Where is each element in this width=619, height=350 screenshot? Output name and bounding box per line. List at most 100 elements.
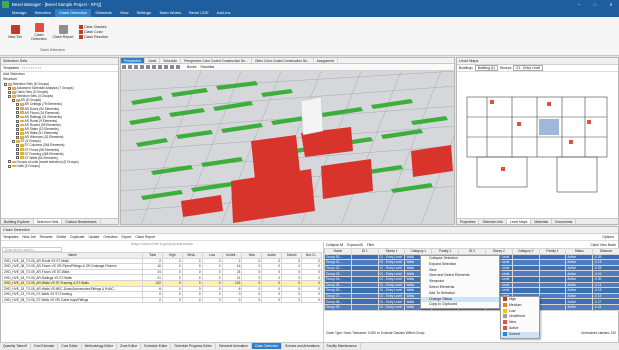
bottom-tab[interactable]: Scenes and Animations — [282, 343, 323, 349]
isolate-icon[interactable] — [164, 65, 168, 69]
measure-icon[interactable] — [152, 65, 156, 69]
clash-detection-button[interactable]: Clash Detection — [28, 23, 50, 41]
ribbon: New Set Clash Detection Clash Report Cle… — [0, 17, 619, 56]
collapse-all-button[interactable]: Collapse All — [326, 243, 343, 247]
menu-selection[interactable]: Selection — [30, 9, 54, 17]
tab-gantt[interactable]: Gantt — [145, 58, 160, 63]
checkbox[interactable] — [16, 115, 19, 118]
section-icon[interactable] — [146, 65, 150, 69]
camera-icon[interactable] — [176, 65, 180, 69]
expand-all-button[interactable]: Expand All — [347, 243, 363, 247]
export-button[interactable]: Export — [122, 235, 132, 239]
table-cell: ZHD_HVE_08_T.0.05_ST-Walls VS OR-Cable t… — [3, 297, 143, 303]
checkbox[interactable] — [16, 148, 19, 151]
templates-button[interactable]: Templates — [3, 235, 18, 239]
filter-button[interactable]: Filter — [367, 243, 374, 247]
tab-schedule[interactable]: Schedule — [160, 58, 181, 63]
color-icon — [79, 30, 83, 34]
update-button[interactable]: Update — [88, 235, 99, 239]
tab-color-coded-ortho[interactable]: Ortho Color Coded Construction Se... — [252, 58, 314, 63]
rename-button[interactable]: Rename — [40, 235, 53, 239]
close-icon[interactable]: ✕ — [603, 2, 619, 7]
checkbox[interactable] — [16, 107, 19, 110]
templates-button[interactable]: Templates — [3, 66, 19, 70]
tree-item[interactable]: Units (5 Groups) — [4, 164, 118, 168]
checkbox[interactable] — [4, 83, 7, 86]
menu-team-works[interactable]: Team Works — [155, 9, 185, 17]
tab-color-coded-perspective[interactable]: Perspective Color Coded Construction Se.… — [181, 58, 252, 63]
table-row[interactable]: ZHD_HVE_08_T.0.05_ST-Walls VS OR-Cable t… — [3, 297, 322, 303]
table-cell: 0 — [262, 297, 282, 303]
toolbar-icons: ▪ ▪ ▪ ▪ ▪ ▪ ▪ ▪ ▪ — [22, 66, 41, 70]
tab-selection-sets[interactable]: Selection Sets — [34, 219, 63, 224]
duplicate-button[interactable]: Duplicate — [70, 235, 84, 239]
menu-view[interactable]: View — [116, 9, 133, 17]
bottom-tab[interactable]: Cost Estimate — [31, 343, 59, 349]
checkbox[interactable] — [12, 99, 15, 102]
bottom-tab[interactable]: Schedule Progress Editor — [171, 343, 215, 349]
status-option-solved[interactable]: Solved — [501, 332, 539, 338]
checkbox[interactable] — [8, 165, 11, 168]
checkbox[interactable] — [16, 152, 19, 155]
boxes-button[interactable]: Boxes — [187, 65, 196, 69]
bottom-tab[interactable]: Methodology Editor — [82, 343, 117, 349]
bottom-tab[interactable]: Cost Editor — [58, 343, 81, 349]
clash-jobs-table: NameTotalHighMedi...LowUndefi...NewActiv… — [2, 252, 322, 303]
tab-perspective[interactable]: Perspective — [121, 58, 145, 63]
menu-add-ins[interactable]: Add-Ins — [213, 9, 235, 17]
transparency-icon[interactable] — [170, 65, 174, 69]
clash-resolver-button[interactable]: Clash Resolver — [79, 35, 108, 40]
storeys-select[interactable]: 01 - Entry Level — [513, 65, 543, 71]
building-model-3d[interactable] — [121, 71, 455, 225]
menu-settings[interactable]: Settings — [132, 9, 154, 17]
favorites-button[interactable]: Favorites — [200, 65, 214, 69]
menu-manage[interactable]: Manage — [8, 9, 30, 17]
tree-item-label: Units (5 Groups) — [17, 164, 40, 168]
menu-copy-clipboard[interactable]: Copy to Clipboard — [421, 302, 499, 308]
checkbox[interactable] — [8, 95, 11, 98]
clash-report-button[interactable]: Clash Report — [135, 235, 155, 239]
clash-report-button[interactable]: Clash Report — [52, 25, 74, 39]
tab-materials[interactable]: Materials — [531, 219, 552, 224]
checkbox[interactable] — [16, 144, 19, 147]
tab-documents[interactable]: Documents — [552, 219, 576, 224]
floor-plan-map[interactable] — [457, 72, 618, 218]
checkbox[interactable] — [16, 103, 19, 106]
checkbox[interactable] — [12, 140, 15, 143]
bottom-tab[interactable]: Schedule Animation — [216, 343, 252, 349]
viewport-3d[interactable]: Perspective Gantt Schedule Perspective C… — [120, 57, 455, 225]
checkbox[interactable] — [8, 160, 11, 163]
menu-clash-detection[interactable]: Clash Detection — [55, 9, 91, 17]
menu-schedule[interactable]: Schedule — [91, 9, 116, 17]
minimize-icon[interactable]: ─ — [571, 2, 587, 7]
tab-properties[interactable]: Properties — [457, 219, 479, 224]
pan-icon[interactable] — [122, 65, 126, 69]
new-set-button[interactable]: New Set — [4, 25, 26, 39]
hide-icon[interactable] — [158, 65, 162, 69]
buildings-select[interactable]: Building (1) — [475, 65, 498, 71]
clash-view-mode-button[interactable]: Clash View Mode — [590, 243, 616, 247]
bottom-tab[interactable]: Facility Maintenance — [324, 343, 361, 349]
building-core — [301, 97, 323, 135]
bottom-tab[interactable]: Zone Editor — [117, 343, 141, 349]
zoom-icon[interactable] — [134, 65, 138, 69]
new-job-button[interactable]: New Job — [22, 235, 35, 239]
fit-icon[interactable] — [140, 65, 144, 69]
options-button[interactable]: Options — [602, 235, 614, 239]
maximize-icon[interactable]: □ — [587, 2, 603, 7]
bottom-tab[interactable]: Clash Detection — [252, 343, 282, 349]
tab-custom-breakdowns[interactable]: Custom Breakdowns — [62, 219, 100, 224]
status-color-icon — [503, 297, 507, 301]
overview-button[interactable]: Overview — [103, 235, 117, 239]
orbit-icon[interactable] — [128, 65, 132, 69]
delete-button[interactable]: Delete — [56, 235, 66, 239]
checkbox[interactable] — [16, 111, 19, 114]
bottom-tab[interactable]: Schedule Editor — [141, 343, 171, 349]
tab-building-explorer[interactable]: Building Explorer — [1, 219, 34, 224]
tab-selection-info[interactable]: Selection Info — [479, 219, 507, 224]
tab-assignment[interactable]: Assignment — [314, 58, 338, 63]
bottom-tab[interactable]: Quantity Takeoff — [0, 343, 31, 349]
menu-bexel-cde[interactable]: Bexel CDE — [185, 9, 213, 17]
tab-level-maps[interactable]: Level Maps — [507, 219, 531, 224]
status-option-label: High — [509, 297, 516, 301]
